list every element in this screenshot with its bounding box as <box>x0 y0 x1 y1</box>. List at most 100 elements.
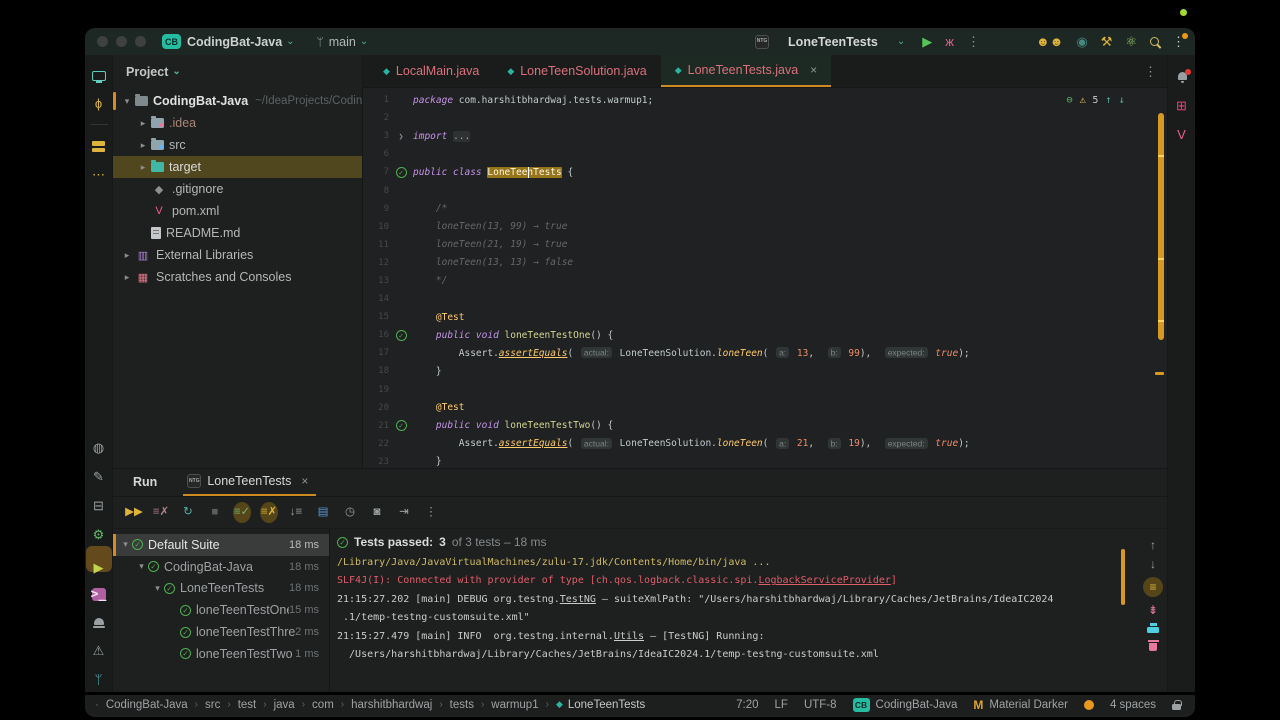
project-tool-icon[interactable] <box>91 71 106 83</box>
test-tree-item[interactable]: ▾ ✓ LoneTeenTests 18 ms <box>113 578 329 600</box>
code-line[interactable]: 18 } <box>363 362 1167 380</box>
structure-tool-icon[interactable] <box>92 141 105 152</box>
code-line[interactable]: 19 <box>363 381 1167 399</box>
test-passed-gutter-icon[interactable]: ✓ <box>389 166 413 178</box>
search-everywhere-icon[interactable] <box>1150 37 1159 46</box>
project-tree-item[interactable]: ◆ .gitignore <box>113 178 362 200</box>
fold-icon[interactable]: ❯ <box>389 132 413 141</box>
expand-chevron-icon[interactable]: ▸ <box>135 118 151 129</box>
code-line[interactable]: 23 } <box>363 453 1167 468</box>
breadcrumb-item[interactable]: harshitbhardwaj <box>351 699 432 711</box>
traffic-light-close[interactable] <box>97 36 108 47</box>
more-tool-windows-icon[interactable]: ⋯ <box>92 168 105 181</box>
debug-bug-icon[interactable]: ж <box>945 35 954 48</box>
indent-indicator[interactable]: 4 spaces <box>1110 699 1156 711</box>
build-tools-icon[interactable]: ⚒ <box>1101 35 1113 48</box>
notifications-bell-icon[interactable] <box>1176 69 1191 83</box>
soft-wrap-toggle-icon[interactable]: ≡ <box>1143 577 1163 597</box>
traffic-light-minimize[interactable] <box>116 36 127 47</box>
test-history-icon[interactable]: ◷ <box>341 506 359 519</box>
show-passed-toggle-icon[interactable]: ≡✓ <box>233 502 251 523</box>
screenshot-camera-icon[interactable]: ◙ <box>368 506 386 519</box>
breadcrumb-item[interactable]: CodingBat-Java <box>106 699 188 711</box>
code-line[interactable]: 8 <box>363 181 1167 199</box>
circle-squiggle-icon[interactable]: ◍ <box>93 441 104 454</box>
breadcrumb-item[interactable]: tests <box>450 699 474 711</box>
project-tree-item[interactable]: Vpom.xml <box>113 200 362 222</box>
code-line[interactable]: 2 <box>363 109 1167 127</box>
editor-tab[interactable]: ◆ LoneTeenSolution.java <box>493 55 660 87</box>
more-run-actions-icon[interactable]: ⋮ <box>967 35 980 48</box>
clear-console-icon[interactable] <box>1147 640 1159 651</box>
scroll-to-end-icon[interactable]: ⇟ <box>1148 604 1158 616</box>
profiler-record-icon[interactable]: ◉ <box>1076 35 1087 48</box>
editor-tab[interactable]: ◆ LoneTeenTests.java × <box>660 55 832 87</box>
editor-scrollbar[interactable] <box>1158 113 1164 340</box>
code-line[interactable]: 9 /* <box>363 200 1167 218</box>
console-link[interactable]: Utils <box>614 631 644 642</box>
pen-tool-icon[interactable]: ✎ <box>93 470 104 483</box>
tabs-more-icon[interactable]: ⋮ <box>1144 65 1157 78</box>
encoding-indicator[interactable]: UTF-8 <box>804 699 837 711</box>
more-options-icon[interactable]: ⋮ <box>422 506 440 519</box>
code-line[interactable]: 6 <box>363 145 1167 163</box>
traffic-light-zoom[interactable] <box>135 36 146 47</box>
code-line[interactable]: 11 loneTeen(21, 19) → true <box>363 236 1167 254</box>
code-line[interactable]: 21 ✓ public void loneTeenTestTwo() { <box>363 417 1167 435</box>
sort-by-duration-icon[interactable]: ↓≡ <box>287 506 305 519</box>
breadcrumb-item-current[interactable]: ◆ LoneTeenTests <box>556 699 645 711</box>
test-tree-item[interactable]: ✓ loneTeenTestThree 2 ms <box>113 621 329 643</box>
settings-more-icon[interactable]: ⋮ <box>1172 33 1188 48</box>
commit-tool-icon[interactable]: ϕ <box>95 97 102 110</box>
print-icon[interactable] <box>1147 623 1159 633</box>
project-panel-title[interactable]: Project <box>126 65 168 79</box>
console-scrollbar[interactable] <box>1121 549 1125 605</box>
toggle-auto-rerun-icon[interactable]: ↻ <box>179 506 197 519</box>
project-tree-item[interactable]: ▾ CodingBat-Java ~/IdeaProjects/CodingBat <box>113 90 362 112</box>
expand-chevron-icon[interactable]: ▸ <box>135 162 151 173</box>
expand-chevron-icon[interactable]: ▸ <box>119 272 135 283</box>
caret-position[interactable]: 7:20 <box>736 699 758 711</box>
console-output[interactable]: ✓ Tests passed: 3 of 3 tests – 18 ms /Li… <box>330 529 1139 692</box>
code-line[interactable]: 17 Assert.assertEquals( actual: LoneTeen… <box>363 344 1167 362</box>
services-tool-icon[interactable]: ⊟ <box>93 499 104 512</box>
scroll-up-icon[interactable]: ↑ <box>1150 539 1156 551</box>
test-tree-item[interactable]: ▾ ✓ Default Suite 18 ms <box>113 534 329 556</box>
test-passed-gutter-icon[interactable]: ✓ <box>389 420 413 432</box>
code-line[interactable]: 3 ❯ import ... <box>363 127 1167 145</box>
import-test-results-icon[interactable]: ▤ <box>314 506 332 519</box>
run-tool-icon[interactable]: ▶ <box>94 561 104 574</box>
theme-indicator[interactable]: M Material Darker <box>973 698 1068 712</box>
project-tree-item[interactable]: ▸ src <box>113 134 362 156</box>
code-line[interactable]: 1 package com.harshitbhardwaj.tests.warmu… <box>363 91 1167 109</box>
terminal-tool-icon[interactable]: >_ <box>91 588 106 601</box>
stop-icon[interactable]: ■ <box>206 506 224 519</box>
breadcrumb-item[interactable]: warmup1 <box>491 699 538 711</box>
alert-lamp-icon[interactable] <box>92 617 105 628</box>
breadcrumb-item[interactable]: src <box>205 699 220 711</box>
project-tree-item[interactable]: ▸ .idea <box>113 112 362 134</box>
settings-gear-icon[interactable]: ⚙ <box>93 528 105 541</box>
status-orange-dot[interactable] <box>1083 699 1094 710</box>
project-tree-item[interactable]: ▸ ▥ External Libraries <box>113 244 362 266</box>
test-tree-item[interactable]: ✓ loneTeenTestOne 15 ms <box>113 599 329 621</box>
code-line[interactable]: 12 loneTeen(13, 13) → false <box>363 254 1167 272</box>
project-indicator[interactable]: CB CodingBat-Java <box>852 697 957 712</box>
expand-chevron-icon[interactable]: ▾ <box>135 561 148 572</box>
code-line[interactable]: 10 loneTeen(13, 99) → true <box>363 218 1167 236</box>
test-tree-item[interactable]: ✓ loneTeenTestTwo 1 ms <box>113 643 329 665</box>
run-tab[interactable]: NTG LoneTeenTests × <box>183 474 317 496</box>
expand-chevron-icon[interactable]: ▾ <box>151 583 164 594</box>
expand-chevron-icon[interactable]: ▾ <box>119 96 135 107</box>
run-tool-icon-active[interactable]: ▶ <box>85 546 112 574</box>
code-line[interactable]: 13 */ <box>363 272 1167 290</box>
inspections-widget[interactable]: ⊖ ⚠ 5 ↑ ↓ <box>1066 94 1125 106</box>
test-tree-item[interactable]: ▾ ✓ CodingBat-Java 18 ms <box>113 556 329 578</box>
git-branch-tool-icon[interactable]: ᛘ <box>95 673 103 686</box>
test-passed-gutter-icon[interactable]: ✓ <box>389 329 413 341</box>
code-line[interactable]: 22 Assert.assertEquals( actual: LoneTeen… <box>363 435 1167 453</box>
breadcrumb-item[interactable]: test <box>238 699 257 711</box>
project-selector[interactable]: CodingBat-Java <box>187 35 282 49</box>
code-line[interactable]: 7 ✓ public class LoneTeenTests { <box>363 163 1167 181</box>
lock-icon[interactable] <box>1172 699 1182 710</box>
